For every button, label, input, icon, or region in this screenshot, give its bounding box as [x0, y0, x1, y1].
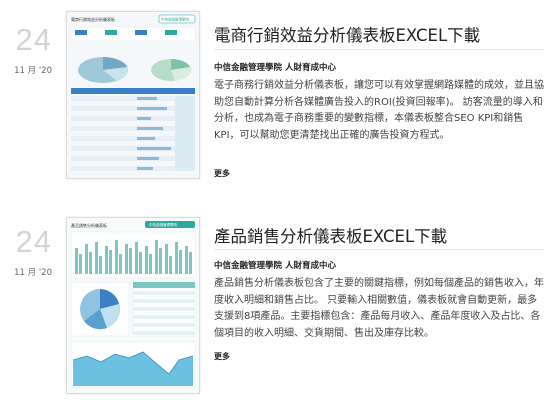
sales-dashboard-thumbnail: 產品銷售分析儀表板 中信金融管理學院	[67, 218, 199, 393]
post-excerpt: 電子商務行銷效益分析儀表板，讓您可以有效掌握網路媒體的成效，並且協助您自動計算分…	[214, 80, 544, 141]
post-month: 11 月 '20	[14, 66, 52, 76]
thumb-badge: 中信金融管理學院	[161, 17, 189, 22]
read-more-link[interactable]: 更多	[214, 168, 230, 179]
thumb-label: 產品銷售分析儀表板	[71, 222, 107, 228]
title-divider	[214, 49, 544, 50]
post-title[interactable]: 電商行銷效益分析儀表板EXCEL下載	[214, 22, 544, 46]
post-thumbnail[interactable]: 電商行銷效益分析儀表板 中信金融管理學院	[66, 11, 200, 179]
read-more-link[interactable]: 更多	[214, 351, 230, 362]
post-date: 24 11 月 '20	[0, 24, 52, 76]
post-author: 中信金融管理學院 人財育成中心	[214, 63, 336, 73]
thumb-badge: 中信金融管理學院	[149, 222, 177, 227]
title-divider	[214, 249, 544, 250]
post-author: 中信金融管理學院 人財育成中心	[214, 261, 336, 271]
ecommerce-dashboard-thumbnail: 電商行銷效益分析儀表板 中信金融管理學院	[67, 12, 199, 178]
post-thumbnail[interactable]: 產品銷售分析儀表板 中信金融管理學院	[66, 217, 200, 394]
post-excerpt: 產品銷售分析儀表板包含了主要的關鍵指標，例如每個產品的銷售收入，年度收入明細和銷…	[214, 278, 544, 339]
thumb-label: 電商行銷效益分析儀表板	[71, 16, 115, 22]
post-date: 24 11 月 '20	[0, 226, 52, 278]
post-day: 24	[15, 224, 52, 259]
post-title[interactable]: 產品銷售分析儀表板EXCEL下載	[214, 223, 544, 247]
post-day: 24	[15, 22, 52, 57]
post-month: 11 月 '20	[14, 268, 52, 278]
